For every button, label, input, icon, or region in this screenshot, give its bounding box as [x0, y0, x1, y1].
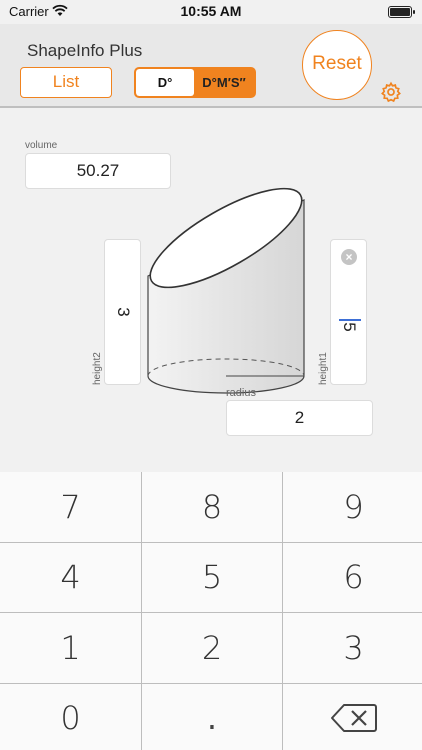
height2-field[interactable]: 3: [104, 239, 141, 385]
height2-label: height2: [92, 352, 103, 385]
status-time: 10:55 AM: [180, 3, 242, 19]
key-9[interactable]: 9: [283, 472, 422, 542]
app-title: ShapeInfo Plus: [27, 41, 143, 60]
battery-icon: [388, 6, 415, 18]
height1-label: height1: [318, 352, 329, 385]
height1-field[interactable]: × 5: [330, 239, 367, 385]
key-2[interactable]: 2: [142, 613, 282, 683]
segment-dms[interactable]: D°M′S″: [194, 69, 254, 96]
height1-value: 5: [339, 322, 359, 332]
key-7[interactable]: 7: [0, 472, 141, 542]
backspace-icon: [330, 704, 377, 733]
text-cursor: [339, 319, 361, 321]
gear-icon[interactable]: [380, 81, 402, 103]
reset-button[interactable]: Reset: [302, 30, 372, 100]
key-6[interactable]: 6: [283, 542, 422, 612]
key-5[interactable]: 5: [142, 542, 282, 612]
key-0[interactable]: 0: [0, 683, 141, 750]
angle-unit-segmented-control: D° D°M′S″: [134, 67, 256, 98]
segment-degrees[interactable]: D°: [136, 69, 194, 96]
key-decimal[interactable]: .: [142, 683, 282, 750]
numeric-keypad: 7 8 9 4 5 6 1 2 3 0 .: [0, 472, 422, 750]
key-8[interactable]: 8: [142, 472, 282, 542]
clear-icon[interactable]: ×: [341, 249, 357, 265]
key-3[interactable]: 3: [283, 613, 422, 683]
shape-work-area: volume 50.27 3 height2 × 5 height1 radiu…: [0, 110, 422, 472]
key-delete[interactable]: [283, 683, 422, 750]
header-bar: ShapeInfo Plus List D° D°M′S″ Reset: [0, 24, 422, 108]
height2-value: 3: [113, 307, 133, 317]
key-1[interactable]: 1: [0, 613, 141, 683]
list-button[interactable]: List: [20, 67, 112, 98]
radius-label: radius: [226, 387, 256, 399]
volume-label: volume: [25, 140, 58, 151]
key-4[interactable]: 4: [0, 542, 141, 612]
radius-field[interactable]: 2: [226, 400, 373, 436]
status-bar: Carrier 10:55 AM: [0, 0, 422, 24]
oblique-cylinder-diagram: [147, 187, 305, 394]
